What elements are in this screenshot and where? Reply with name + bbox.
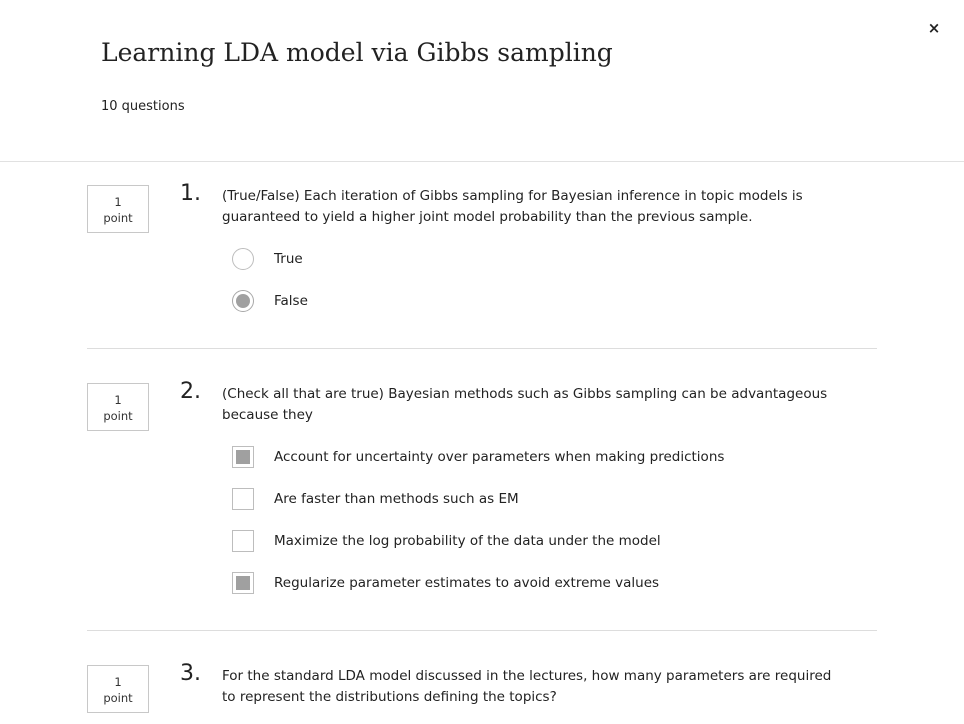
option-label: Regularize parameter estimates to avoid …: [274, 575, 660, 591]
radio-option-true[interactable]: True: [232, 248, 792, 272]
question-count: 10 questions: [101, 99, 185, 114]
question-number: 2.: [180, 379, 201, 404]
checkbox-option-regularize[interactable]: Regularize parameter estimates to avoid …: [232, 572, 792, 596]
points-value: 1: [114, 195, 122, 209]
page-title: Learning LDA model via Gibbs sampling: [101, 38, 613, 67]
quiz-page: × Learning LDA model via Gibbs sampling …: [0, 0, 964, 724]
checkbox-option-faster[interactable]: Are faster than methods such as EM: [232, 488, 792, 512]
radio-button[interactable]: [232, 248, 254, 270]
radio-button-selected[interactable]: [232, 290, 254, 312]
question-text: (True/False) Each iteration of Gibbs sam…: [222, 188, 803, 225]
question-number: 3.: [180, 661, 201, 686]
points-unit: point: [103, 409, 133, 423]
checkbox[interactable]: [232, 488, 254, 510]
points-value: 1: [114, 675, 122, 689]
question-number: 1.: [180, 181, 201, 206]
option-label: False: [274, 293, 308, 309]
checkbox-option-maximize[interactable]: Maximize the log probability of the data…: [232, 530, 792, 554]
radio-option-false[interactable]: False: [232, 290, 792, 314]
option-label: Are faster than methods such as EM: [274, 491, 519, 507]
points-value: 1: [114, 393, 122, 407]
points-unit: point: [103, 211, 133, 225]
option-label: Maximize the log probability of the data…: [274, 533, 661, 549]
points-badge: 1 point: [87, 383, 149, 431]
question-divider: [87, 630, 877, 631]
question-text: (Check all that are true) Bayesian metho…: [222, 386, 828, 423]
question-divider: [87, 348, 877, 349]
quiz-header: Learning LDA model via Gibbs sampling 10…: [0, 0, 964, 162]
option-label: True: [274, 251, 303, 267]
points-badge: 1 point: [87, 665, 149, 713]
checkbox[interactable]: [232, 530, 254, 552]
checkbox-checked[interactable]: [232, 446, 254, 468]
points-badge: 1 point: [87, 185, 149, 233]
option-label: Account for uncertainty over parameters …: [274, 449, 725, 465]
checkbox-checked[interactable]: [232, 572, 254, 594]
question-text: For the standard LDA model discussed in …: [222, 668, 832, 705]
checkbox-option-uncertainty[interactable]: Account for uncertainty over parameters …: [232, 446, 792, 470]
points-unit: point: [103, 691, 133, 705]
